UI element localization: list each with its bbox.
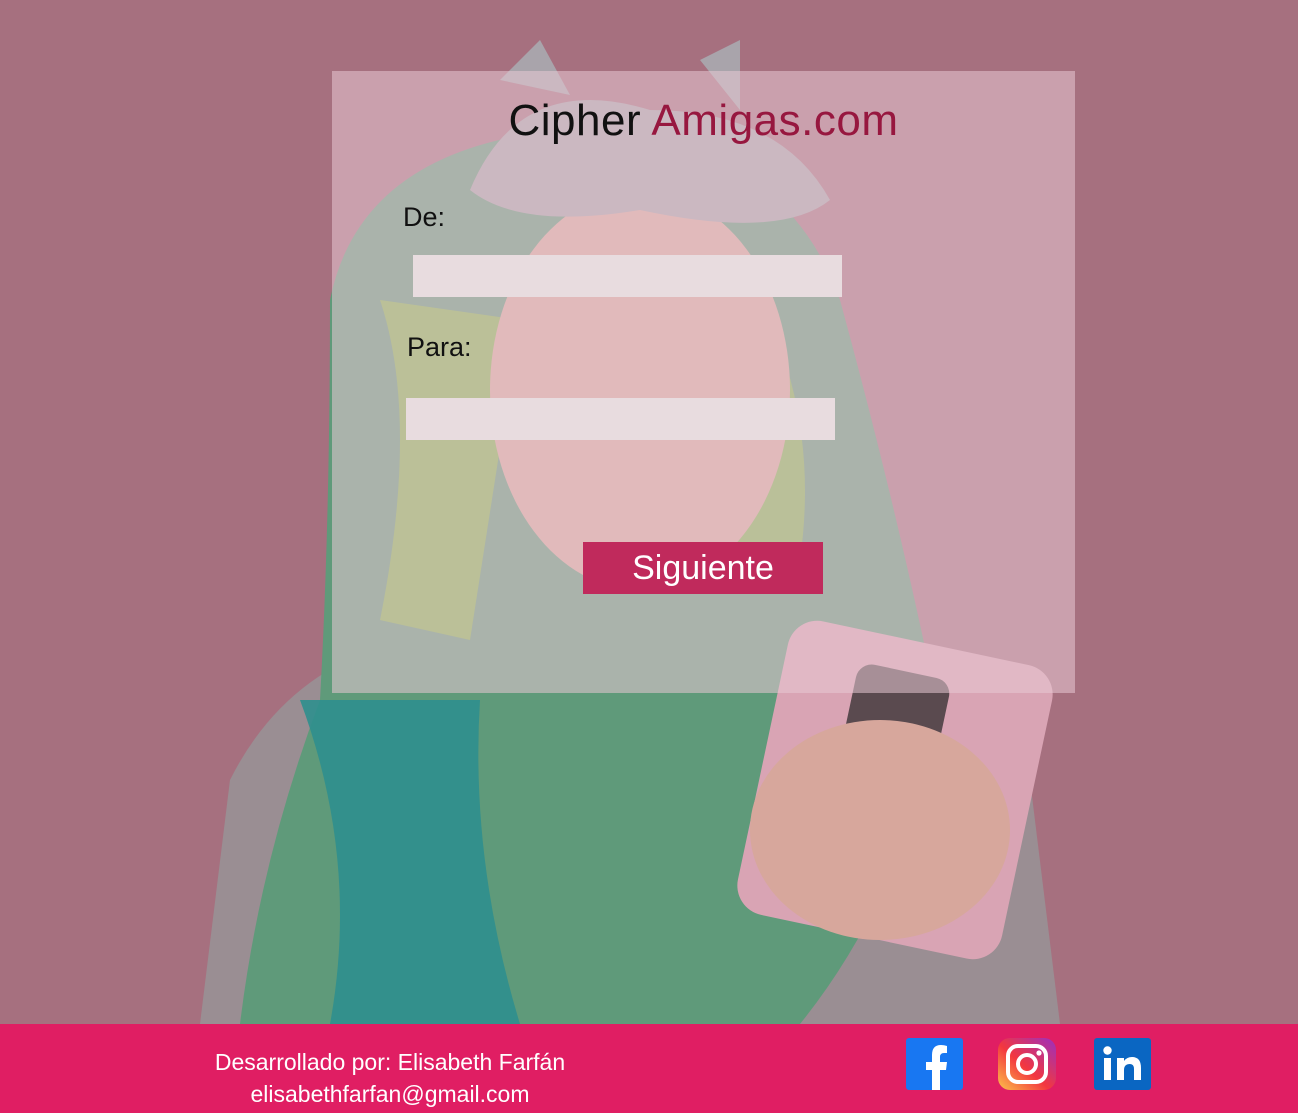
linkedin-link[interactable] (1094, 1038, 1151, 1090)
from-label: De: (403, 202, 446, 232)
app-title: Cipher Amigas.com (332, 96, 1075, 146)
to-input[interactable] (406, 398, 835, 440)
credit-email[interactable]: elisabethfarfan@gmail.com (170, 1078, 610, 1110)
app-title-accent: Amigas.com (651, 96, 899, 145)
footer: Desarrollado por: Elisabeth Farfán elisa… (0, 1024, 1298, 1113)
instagram-icon (998, 1038, 1056, 1090)
credit-line: Desarrollado por: Elisabeth Farfán (214, 1049, 566, 1075)
form-card: Cipher Amigas.com De: Para: Siguiente (332, 71, 1075, 693)
facebook-icon (906, 1038, 963, 1090)
from-input[interactable] (413, 255, 842, 297)
app-title-main: Cipher (508, 96, 652, 145)
to-label: Para: (407, 332, 472, 362)
developer-credit: Desarrollado por: Elisabeth Farfán elisa… (170, 1046, 610, 1110)
linkedin-icon (1094, 1038, 1151, 1090)
next-button[interactable]: Siguiente (583, 542, 823, 594)
facebook-link[interactable] (906, 1038, 963, 1090)
instagram-link[interactable] (998, 1038, 1056, 1090)
